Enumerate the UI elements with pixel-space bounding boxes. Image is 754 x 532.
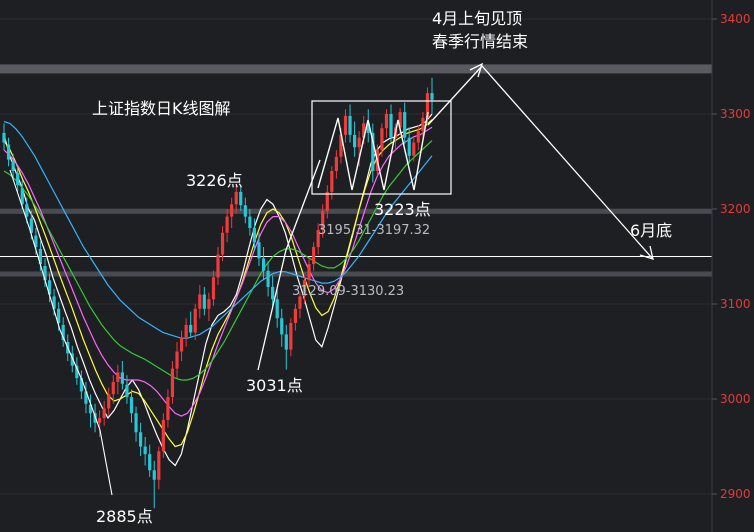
candle-body: [416, 131, 420, 143]
candle-body: [330, 171, 334, 192]
candle-body: [157, 451, 161, 480]
reference-band: [0, 271, 712, 277]
candle-body: [202, 294, 206, 309]
annotation-3223: 3223点: [374, 200, 431, 219]
candle-body: [243, 205, 247, 217]
chart-title: 上证指数日K线图解: [92, 99, 231, 118]
candle-body: [312, 247, 316, 265]
annotation-spring-end: 春季行情结束: [432, 32, 528, 51]
annotation-3226: 3226点: [186, 171, 243, 190]
candle-body: [220, 232, 225, 255]
candle-body: [2, 133, 6, 143]
candle-body: [275, 299, 279, 319]
candle-body: [257, 242, 261, 259]
candle-body: [248, 216, 252, 228]
candle-body: [179, 337, 184, 352]
annotation-graphics: [9, 62, 654, 496]
forecast-path: [427, 65, 653, 259]
reference-band: [0, 208, 712, 214]
candle-body: [384, 114, 389, 129]
candle-body: [403, 112, 407, 138]
candle-body: [357, 137, 361, 148]
candle-body: [343, 115, 348, 135]
candle-body: [189, 324, 193, 333]
candle-body: [348, 115, 352, 135]
candle-body: [380, 128, 384, 151]
candle-body: [261, 258, 266, 271]
chart-svg: 2900 3000 3100 3200 3300 3400 上证指数日K线图解 3226点…: [0, 0, 751, 532]
candle-body: [129, 397, 134, 414]
candle-body: [430, 93, 434, 100]
candle-body: [175, 351, 179, 369]
y-axis: 2900 3000 3100 3200 3300 3400: [711, 0, 751, 532]
y-tick-label: 3400: [720, 12, 751, 26]
candle-body: [143, 446, 147, 455]
decline-path: [9, 169, 113, 496]
candle-body: [25, 204, 29, 217]
candle-body: [239, 191, 243, 206]
candle-body: [170, 368, 175, 398]
candle-body: [293, 308, 298, 323]
candle-body: [412, 142, 416, 156]
candle-body: [152, 470, 156, 480]
candle-body: [271, 286, 275, 300]
y-tick-label: 3000: [720, 392, 751, 406]
candle-body: [125, 384, 129, 398]
y-tick-label: 2900: [720, 487, 751, 501]
candle-body: [166, 397, 170, 420]
y-tick-label: 3100: [720, 297, 751, 311]
candle-body: [225, 216, 229, 233]
annotation-april-top: 4月上旬见顶: [432, 9, 522, 28]
y-tick-label: 3200: [720, 202, 751, 216]
band-label-3196: 3195.31-3197.32: [318, 223, 430, 238]
reference-band: [0, 64, 712, 74]
candle-body: [230, 204, 234, 217]
kline-chart: 2900 3000 3100 3200 3300 3400 上证指数日K线图解 3226点…: [0, 0, 754, 532]
candle-body: [216, 254, 220, 278]
candle-body: [252, 228, 257, 243]
candle-body: [116, 372, 120, 382]
candle-body: [120, 372, 124, 384]
candle-body: [198, 294, 202, 309]
candle-body: [307, 264, 311, 281]
rise-path: [257, 159, 321, 371]
candle-body: [111, 381, 115, 395]
candle-body: [289, 323, 293, 350]
band-label-3130: 3129.09-3130.23: [292, 284, 404, 299]
candle-body: [280, 318, 284, 335]
candle-body: [134, 413, 138, 433]
annotation-3031: 3031点: [246, 376, 303, 395]
candle-body: [98, 418, 102, 423]
candle-body: [421, 117, 425, 132]
y-tick-label: 3300: [720, 107, 751, 121]
candle-body: [102, 408, 106, 418]
candle-body: [334, 156, 338, 171]
labels: 上证指数日K线图解 3226点 3031点 2885点 3223点 3195.3…: [92, 9, 672, 526]
candle-body: [11, 161, 15, 171]
candle-body: [352, 134, 357, 148]
candle-body: [184, 324, 188, 338]
candle-body: [389, 114, 393, 138]
candle-body: [211, 277, 216, 300]
candle-body: [107, 394, 111, 409]
candle-body: [161, 419, 165, 452]
annotation-2885: 2885点: [96, 507, 153, 526]
candle-body: [207, 299, 211, 309]
candle-body: [407, 137, 411, 156]
candle-body: [138, 432, 143, 447]
candle-body: [284, 334, 288, 350]
candle-body: [6, 144, 11, 160]
candle-body: [193, 308, 197, 333]
annotation-june-end: 6月底: [630, 221, 672, 240]
candle-body: [325, 191, 329, 211]
candle-body: [148, 454, 152, 471]
candle-body: [266, 270, 270, 287]
candle-body: [16, 172, 20, 186]
candle-body: [234, 191, 238, 205]
